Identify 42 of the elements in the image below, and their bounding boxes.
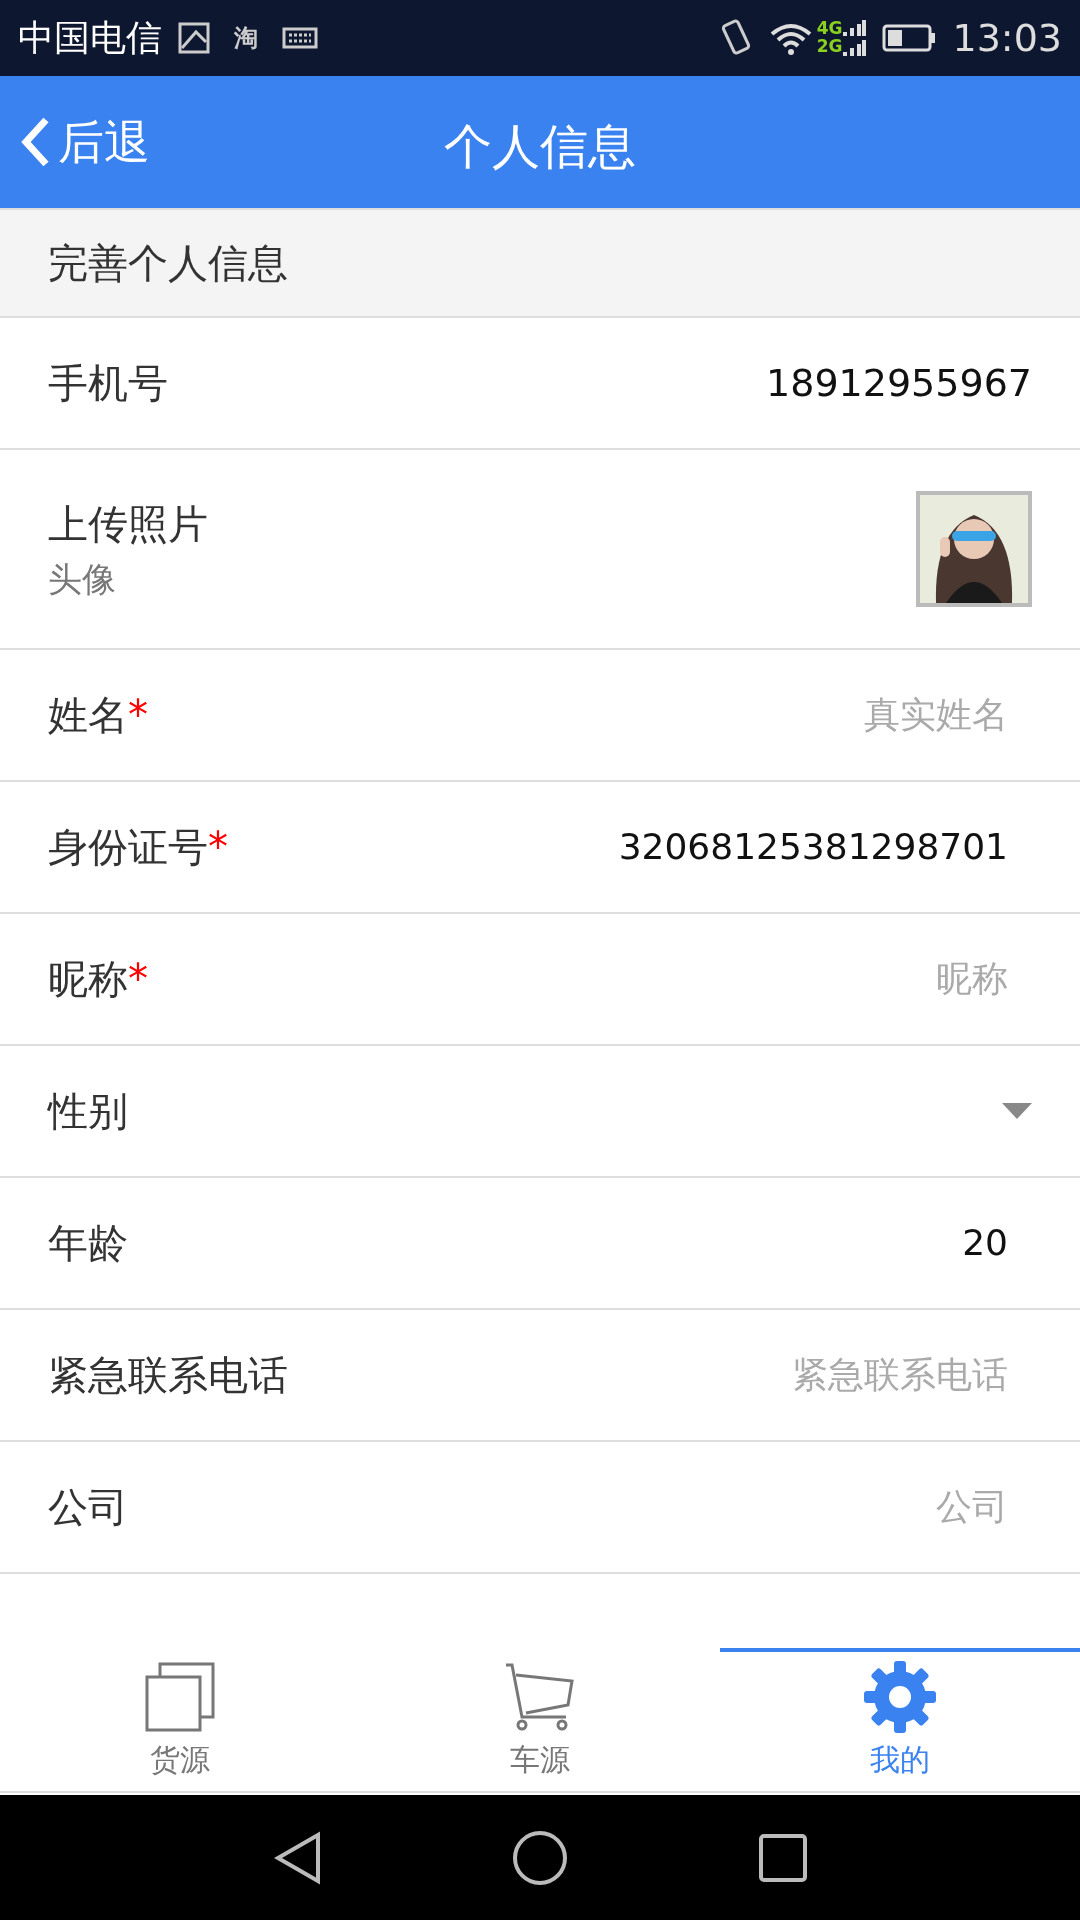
tab[interactable]: 我的: [720, 1648, 1080, 1791]
tab[interactable]: 货源: [0, 1648, 360, 1791]
required-mark: *: [128, 691, 148, 740]
required-mark: *: [208, 823, 228, 872]
input-field[interactable]: 公司: [472, 1480, 1032, 1534]
input-field[interactable]: 紧急联系电话: [472, 1348, 1032, 1402]
settings-icon: [864, 1661, 936, 1733]
carrier-name: 中国电信: [18, 16, 162, 60]
app-glyph: 淘: [234, 23, 258, 54]
field-label: 姓名: [48, 691, 128, 740]
squares-icon: [144, 1661, 216, 1733]
field-label: 紧急联系电话: [48, 1351, 288, 1400]
cart-icon: [504, 1661, 576, 1733]
network-label: 4G: [816, 20, 843, 38]
field-label: 身份证号: [48, 823, 208, 872]
input-field[interactable]: 20: [472, 1216, 1032, 1270]
recents-icon[interactable]: [758, 1832, 808, 1883]
field-label: 公司: [48, 1483, 128, 1532]
tab[interactable]: 车源: [360, 1648, 720, 1791]
dropdown-caret-icon[interactable]: [1002, 1103, 1032, 1119]
field-label: 上传照片: [48, 499, 208, 549]
input-field[interactable]: 真实姓名: [472, 688, 1032, 742]
page-title: 个人信息: [443, 117, 637, 176]
back-icon: [20, 116, 50, 168]
section-header: 完善个人信息: [0, 208, 1080, 318]
back-icon[interactable]: [272, 1830, 322, 1885]
required-mark: *: [128, 955, 148, 1004]
field-sublabel: 头像: [48, 557, 117, 601]
back-button[interactable]: 后退: [0, 76, 150, 208]
battery-icon: [882, 24, 937, 52]
field-label: 手机号: [48, 359, 168, 408]
field-label: 年龄: [48, 1219, 128, 1268]
network-label: 2G: [816, 38, 843, 56]
input-field[interactable]: 昵称: [472, 952, 1032, 1006]
field-label: 性别: [48, 1087, 128, 1136]
phone-value: 18912955967: [766, 359, 1032, 407]
input-field[interactable]: 32068125381298701: [472, 820, 1032, 874]
field-label: 昵称: [48, 955, 128, 1004]
keyboard-icon: [282, 26, 318, 50]
home-icon[interactable]: [512, 1829, 568, 1886]
status-time: 13:03: [952, 14, 1062, 62]
image-icon: [178, 22, 210, 54]
